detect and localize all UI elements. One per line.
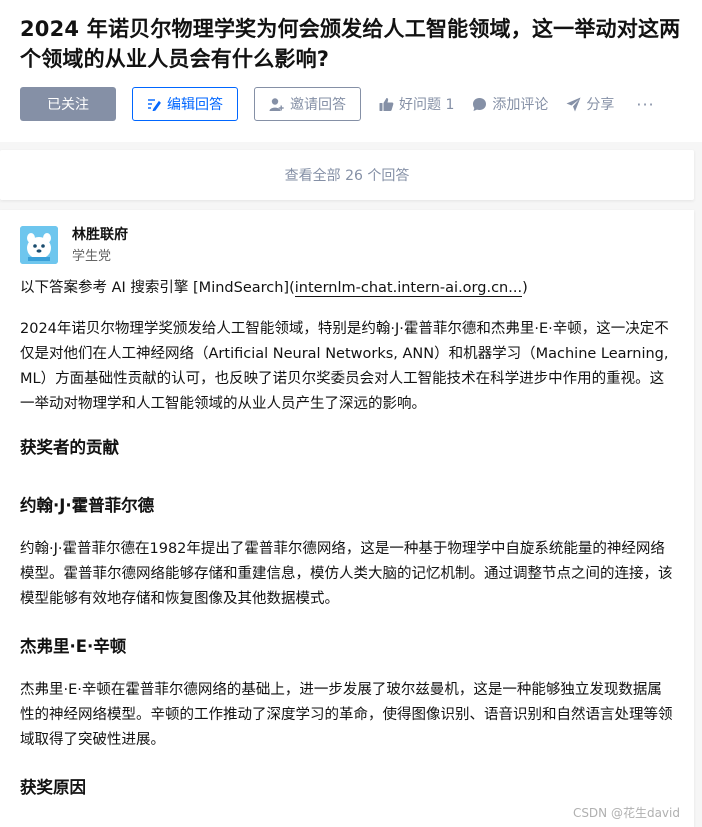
question-title: 2024 年诺贝尔物理学奖为何会颁发给人工智能领域，这一举动对这两个领域的从业人… [20,17,681,71]
comment-bubble-icon [472,97,487,112]
edit-answer-button[interactable]: 编辑回答 [132,87,238,121]
add-comment-button[interactable]: 添加评论 [472,94,548,114]
follow-button[interactable]: 已关注 [20,87,116,121]
intro-paragraph: 2024年诺贝尔物理学奖颁发给人工智能领域，特别是约翰·J·霍普菲尔德和杰弗里·… [20,321,669,412]
good-question-label: 好问题 1 [399,97,455,113]
source-suffix: ) [522,280,528,296]
add-comment-label: 添加评论 [492,97,549,113]
author-headline: 学生党 [72,249,112,264]
watermark: CSDN @花生david [572,806,680,820]
paper-plane-icon [566,97,581,112]
answer-card: 林胜联府 学生党 以下答案参考 AI 搜索引擎 [MindSearch](int… [0,210,694,827]
avatar[interactable] [20,226,58,264]
subheading-hopfield: 约翰·J·霍普菲尔德 [20,496,155,515]
question-header: 2024 年诺贝尔物理学奖为何会颁发给人工智能领域，这一举动对这两个领域的从业人… [0,0,702,142]
edit-icon [147,97,161,111]
good-question-button[interactable]: 好问题 1 [379,94,454,114]
share-button[interactable]: 分享 [566,94,614,114]
hinton-paragraph: 杰弗里·E·辛顿在霍普菲尔德网络的基础上，进一步发展了玻尔兹曼机，这是一种能够独… [20,682,673,748]
source-link[interactable]: internlm-chat.intern-ai.org.cn... [294,280,523,297]
invite-answer-label: 邀请回答 [290,97,346,113]
more-dots-icon[interactable]: ··· [636,95,654,114]
invite-answer-button[interactable]: 邀请回答 [254,87,361,121]
thumbs-up-icon [379,97,394,112]
answer-content: 以下答案参考 AI 搜索引擎 [MindSearch](internlm-cha… [20,276,674,801]
source-line: 以下答案参考 AI 搜索引擎 [MindSearch](internlm-cha… [20,276,674,301]
share-label: 分享 [586,97,615,113]
section-heading-contributions: 获奖者的贡献 [20,438,119,457]
author-name[interactable]: 林胜联府 [72,226,128,244]
section-heading-reasons: 获奖原因 [20,778,86,797]
source-prefix: 以下答案参考 AI 搜索引擎 [MindSearch]( [20,280,295,296]
add-person-icon [269,97,284,112]
view-all-answers-button[interactable]: 查看全部 26 个回答 [0,150,694,200]
question-actions: 已关注 编辑回答 邀请回答 好问题 1 添加评论 分享 ··· [20,87,682,121]
edit-answer-label: 编辑回答 [167,97,223,113]
hopfield-paragraph: 约翰·J·霍普菲尔德在1982年提出了霍普菲尔德网络，这是一种基于物理学中自旋系… [20,541,673,607]
answer-author: 林胜联府 学生党 [20,226,674,272]
subheading-hinton: 杰弗里·E·辛顿 [20,637,127,656]
